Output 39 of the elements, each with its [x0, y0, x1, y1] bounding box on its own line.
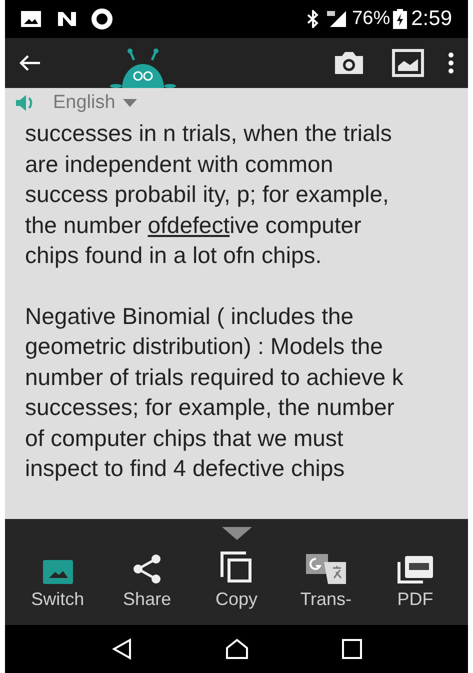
battery-percent: 76%: [352, 6, 390, 31]
text-line: are independent with common: [25, 150, 334, 179]
nfc-icon: [57, 11, 77, 27]
text-line: Negative Binomial ( includes the: [25, 302, 355, 331]
text-line: successes; for example, the number: [25, 393, 396, 422]
text-line: inspect to find 4 defective chips: [25, 454, 346, 483]
robot-mascot-icon: [110, 48, 176, 88]
text-line: success probabil ity, p; for example,: [25, 180, 390, 209]
bluetooth-icon: [306, 10, 320, 28]
copy-icon: [219, 550, 254, 584]
battery-icon: [393, 9, 408, 29]
action-button[interactable]: Share: [109, 548, 186, 613]
camera-icon[interactable]: [334, 51, 364, 75]
signal-icon: [326, 10, 348, 28]
image-icon: [21, 11, 41, 27]
translate-icon: [306, 554, 346, 584]
gallery-icon[interactable]: [392, 49, 424, 77]
home-icon[interactable]: [224, 638, 248, 660]
image-icon: [42, 560, 73, 584]
action-button[interactable]: Switch: [20, 548, 96, 613]
text-line: successes in n trials, when the trials: [25, 119, 393, 148]
back-icon[interactable]: [112, 638, 132, 660]
action-button[interactable]: Copy: [198, 548, 274, 613]
recents-icon[interactable]: [342, 639, 362, 659]
text-line: geometric distribution) : Models the: [25, 332, 384, 361]
collapse-arrow-icon[interactable]: [222, 527, 252, 540]
ring-icon: [91, 8, 113, 30]
text-line: number of trials required to achieve k: [25, 362, 404, 392]
action-button[interactable]: PDF: [377, 548, 454, 613]
dropdown-arrow-icon: [123, 99, 138, 107]
pdf-file-icon: [397, 556, 434, 584]
share-icon: [131, 554, 164, 584]
text-line: the number ofdefective computer: [25, 210, 362, 240]
back-icon[interactable]: [19, 54, 41, 72]
text-line: chips found in a lot ofn chips.: [25, 241, 323, 270]
action-button[interactable]: Trans-: [288, 548, 364, 613]
text-line: of computer chips that we must: [25, 424, 344, 453]
more-icon[interactable]: [448, 52, 454, 74]
clock: 2:59: [411, 6, 452, 32]
